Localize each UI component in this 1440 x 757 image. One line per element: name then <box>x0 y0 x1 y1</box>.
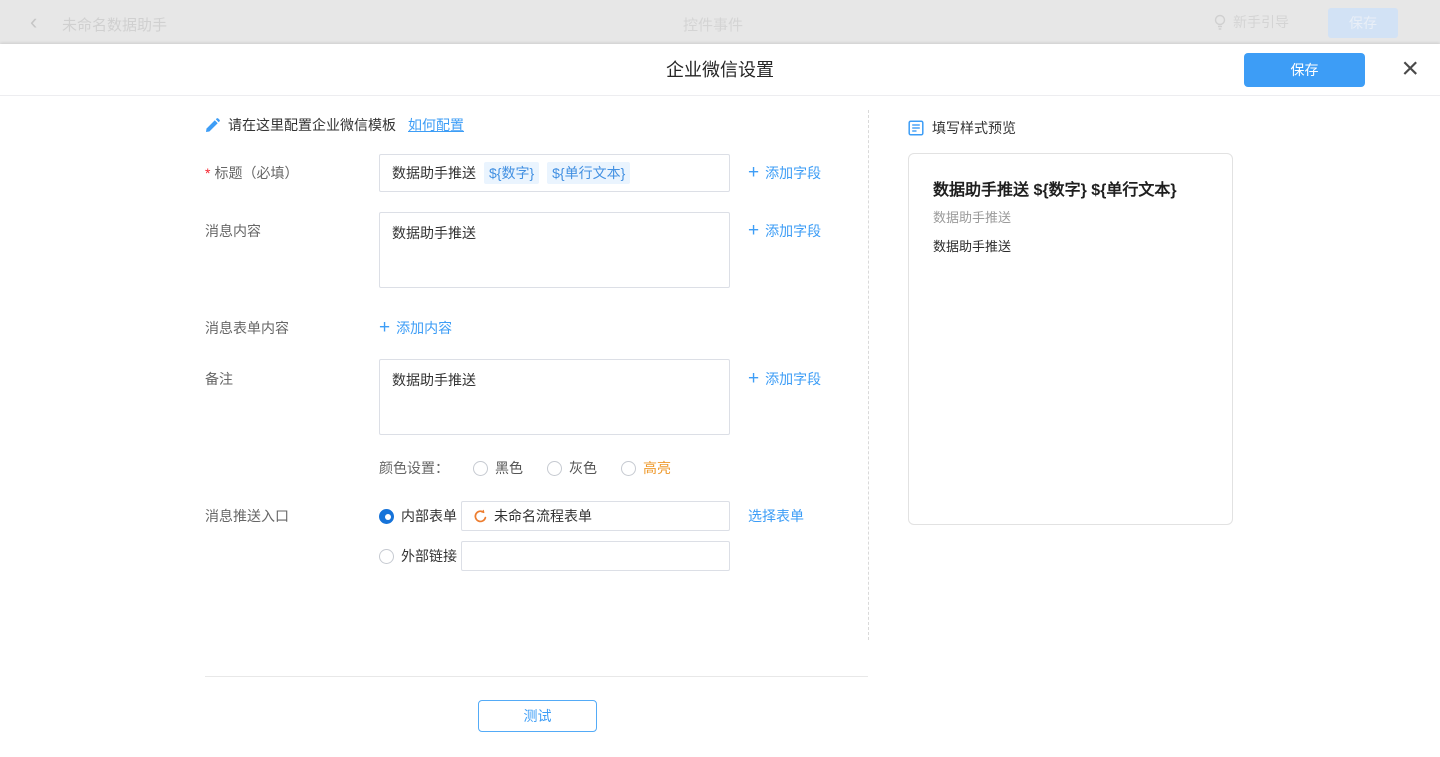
add-field-link-title[interactable]: + 添加字段 <box>748 163 821 183</box>
internal-form-value: 未命名流程表单 <box>494 506 592 526</box>
title-input-text: 数据助手推送 <box>392 163 476 183</box>
workflow-icon <box>472 509 487 524</box>
internal-form-input[interactable]: 未命名流程表单 <box>461 501 730 531</box>
color-option-black-label: 黑色 <box>495 458 523 478</box>
preview-header: 填写样式预览 <box>908 118 1016 138</box>
color-option-highlight[interactable]: 高亮 <box>621 458 671 478</box>
external-link-input[interactable] <box>472 548 719 564</box>
title-field-label: *标题（必填） <box>205 163 298 183</box>
preview-card: 数据助手推送 ${数字} ${单行文本} 数据助手推送 数据助手推送 <box>908 153 1233 525</box>
content-textarea[interactable]: 数据助手推送 <box>379 212 730 288</box>
field-token-text[interactable]: ${单行文本} <box>547 162 630 184</box>
pencil-icon <box>205 118 220 133</box>
plus-icon: + <box>748 370 759 388</box>
radio-unchecked-icon[interactable] <box>473 461 488 476</box>
add-field-label: 添加字段 <box>765 221 821 241</box>
color-settings-row: 颜色设置： 黑色 灰色 高亮 <box>379 458 671 478</box>
radio-checked-icon[interactable] <box>379 509 394 524</box>
add-field-link-content[interactable]: + 添加字段 <box>748 221 821 241</box>
field-token-number[interactable]: ${数字} <box>484 162 539 184</box>
internal-form-radio[interactable]: 内部表单 <box>379 506 457 526</box>
topbar: ‹ 未命名数据助手 控件事件 新手引导 保存 <box>0 0 1440 44</box>
modal-title: 企业微信设置 <box>0 44 1440 96</box>
modal-header: 企业微信设置 保存 × <box>0 44 1440 96</box>
add-field-label: 添加字段 <box>765 369 821 389</box>
topbar-save-button: 保存 <box>1328 8 1398 38</box>
remark-textarea[interactable]: 数据助手推送 <box>379 359 730 435</box>
modal-body: 请在这里配置企业微信模板 如何配置 *标题（必填） 数据助手推送 ${数字} $… <box>0 96 1440 757</box>
add-content-link[interactable]: + 添加内容 <box>379 318 452 338</box>
section-divider <box>868 110 869 640</box>
title-input[interactable]: 数据助手推送 ${数字} ${单行文本} <box>379 154 730 192</box>
color-option-gray[interactable]: 灰色 <box>547 458 597 478</box>
color-settings-label: 颜色设置： <box>379 458 449 478</box>
close-icon[interactable]: × <box>1401 49 1419 89</box>
topbar-tab-control-events[interactable]: 控件事件 <box>683 14 743 35</box>
radio-unchecked-icon[interactable] <box>621 461 636 476</box>
choose-form-link[interactable]: 选择表单 <box>748 506 804 526</box>
plus-icon: + <box>748 222 759 240</box>
form-bottom-divider <box>205 676 868 677</box>
remark-field-label: 备注 <box>205 369 233 389</box>
preview-remark-line: 数据助手推送 <box>933 236 1011 255</box>
plus-icon: + <box>748 164 759 182</box>
topbar-guide-label: 新手引导 <box>1233 12 1289 32</box>
bulb-icon <box>1213 14 1227 30</box>
form-content-label: 消息表单内容 <box>205 318 289 338</box>
plus-icon: + <box>379 319 390 337</box>
internal-form-label: 内部表单 <box>401 506 457 526</box>
document-icon <box>908 120 924 136</box>
push-entry-label: 消息推送入口 <box>205 506 289 526</box>
add-content-label: 添加内容 <box>396 318 452 338</box>
content-field-label: 消息内容 <box>205 221 261 241</box>
topbar-guide[interactable]: 新手引导 <box>1213 12 1289 32</box>
save-button[interactable]: 保存 <box>1244 53 1365 87</box>
test-button[interactable]: 测试 <box>478 700 597 732</box>
content-textarea-text: 数据助手推送 <box>392 225 476 241</box>
color-option-highlight-label: 高亮 <box>643 458 671 478</box>
add-field-link-remark[interactable]: + 添加字段 <box>748 369 821 389</box>
radio-unchecked-icon[interactable] <box>547 461 562 476</box>
remark-textarea-text: 数据助手推送 <box>392 372 476 388</box>
wechat-settings-modal: 企业微信设置 保存 × 请在这里配置企业微信模板 如何配置 *标题（必填） 数据… <box>0 44 1440 757</box>
topbar-app-title: 未命名数据助手 <box>62 14 167 35</box>
add-field-label: 添加字段 <box>765 163 821 183</box>
external-link-input-wrap <box>461 541 730 571</box>
config-hint-row: 请在这里配置企业微信模板 如何配置 <box>205 115 464 135</box>
config-hint-text: 请在这里配置企业微信模板 <box>228 115 396 135</box>
title-field-label-text: 标题（必填） <box>214 165 298 181</box>
how-to-configure-link[interactable]: 如何配置 <box>408 115 464 135</box>
preview-header-label: 填写样式预览 <box>932 118 1016 138</box>
color-option-black[interactable]: 黑色 <box>473 458 523 478</box>
external-link-radio[interactable]: 外部链接 <box>379 546 457 566</box>
color-option-gray-label: 灰色 <box>569 458 597 478</box>
radio-unchecked-icon[interactable] <box>379 549 394 564</box>
required-asterisk: * <box>205 165 210 181</box>
back-chevron-icon[interactable]: ‹ <box>30 8 37 36</box>
preview-content-line: 数据助手推送 <box>933 207 1011 226</box>
external-link-label: 外部链接 <box>401 546 457 566</box>
preview-title: 数据助手推送 ${数字} ${单行文本} <box>933 176 1177 200</box>
